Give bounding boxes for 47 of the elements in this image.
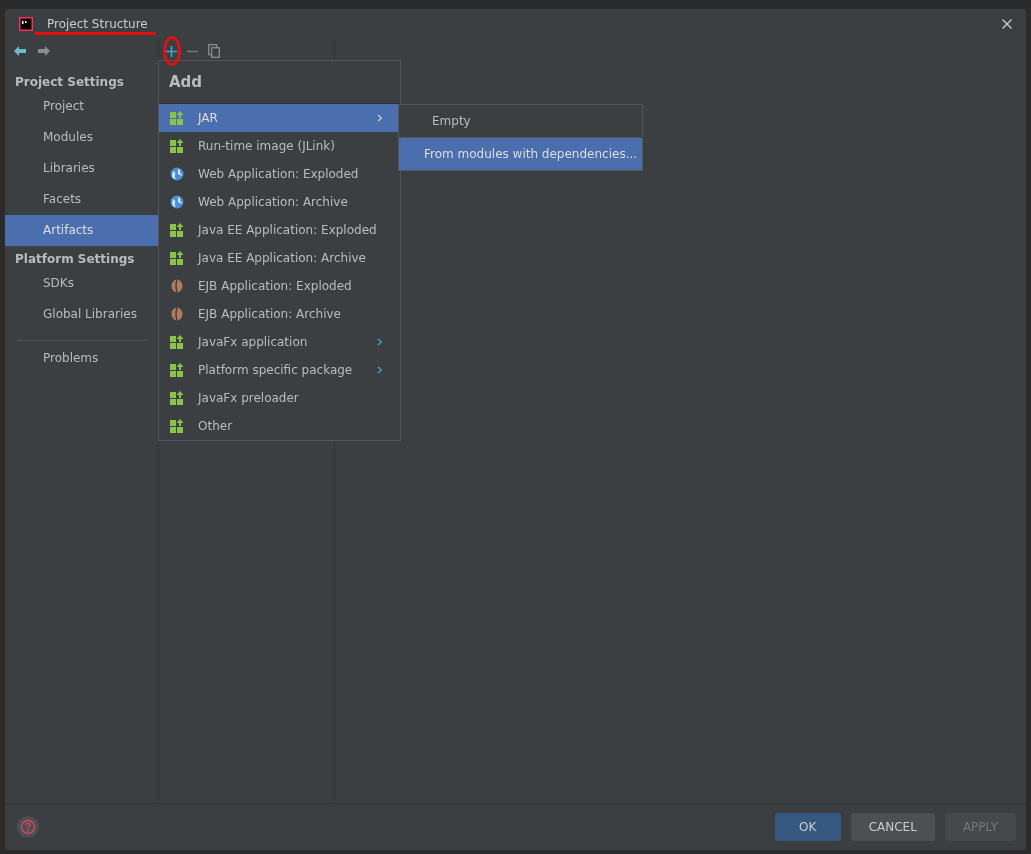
menu-item[interactable]: JavaFx preloader xyxy=(159,384,400,412)
sidebar-item[interactable]: Project xyxy=(5,91,158,122)
sidebar-item[interactable]: Facets xyxy=(5,184,158,215)
back-arrow-icon[interactable] xyxy=(14,46,26,56)
menu-item[interactable]: Platform specific package xyxy=(159,356,400,384)
dialog-button[interactable]: CANCEL xyxy=(850,813,935,841)
sidebar-item[interactable]: Modules xyxy=(5,122,158,153)
dialog-button[interactable]: OK xyxy=(774,813,841,841)
menu-item[interactable]: Web Application: Exploded xyxy=(159,160,400,188)
module-icon xyxy=(170,363,184,377)
globe-icon xyxy=(170,195,184,209)
menu-item[interactable]: EJB Application: Archive xyxy=(159,300,400,328)
section-title: Platform Settings xyxy=(14,251,136,268)
menu-item[interactable]: JavaFx application xyxy=(159,328,400,356)
menu-item[interactable]: Other xyxy=(159,412,400,440)
menu-item[interactable]: Java EE Application: Archive xyxy=(159,244,400,272)
bean-icon xyxy=(170,279,184,293)
window-title: Project Structure xyxy=(47,17,148,31)
sidebar-item[interactable]: Artifacts xyxy=(5,215,158,246)
add-icon[interactable] xyxy=(166,45,177,57)
app-icon xyxy=(19,17,33,31)
annotation-circle xyxy=(163,36,181,66)
sidebar-item[interactable]: SDKs xyxy=(5,268,158,299)
close-icon[interactable] xyxy=(1002,19,1012,29)
menu-item[interactable]: Empty xyxy=(399,105,642,137)
sidebar-item[interactable]: Global Libraries xyxy=(5,299,158,330)
module-icon xyxy=(170,139,184,153)
module-icon xyxy=(170,335,184,349)
module-icon xyxy=(170,391,184,405)
sidebar-item[interactable]: Problems xyxy=(5,343,158,374)
module-icon xyxy=(170,223,184,237)
section-title: Project Settings xyxy=(14,74,125,91)
menu-item[interactable]: From modules with dependencies... xyxy=(399,138,642,170)
copy-icon[interactable] xyxy=(208,44,220,58)
menu-item[interactable]: EJB Application: Exploded xyxy=(159,272,400,300)
globe-icon xyxy=(170,167,184,181)
menu-item[interactable]: Web Application: Archive xyxy=(159,188,400,216)
menu-item[interactable]: JAR xyxy=(159,104,400,132)
module-icon xyxy=(170,111,184,125)
module-icon xyxy=(170,419,184,433)
menu-item[interactable]: Java EE Application: Exploded xyxy=(159,216,400,244)
bean-icon xyxy=(170,307,184,321)
help-icon[interactable] xyxy=(17,816,39,838)
sidebar-item[interactable]: Libraries xyxy=(5,153,158,184)
module-icon xyxy=(170,251,184,265)
forward-arrow-icon[interactable] xyxy=(38,46,50,56)
menu-item[interactable]: Run-time image (JLink) xyxy=(159,132,400,160)
